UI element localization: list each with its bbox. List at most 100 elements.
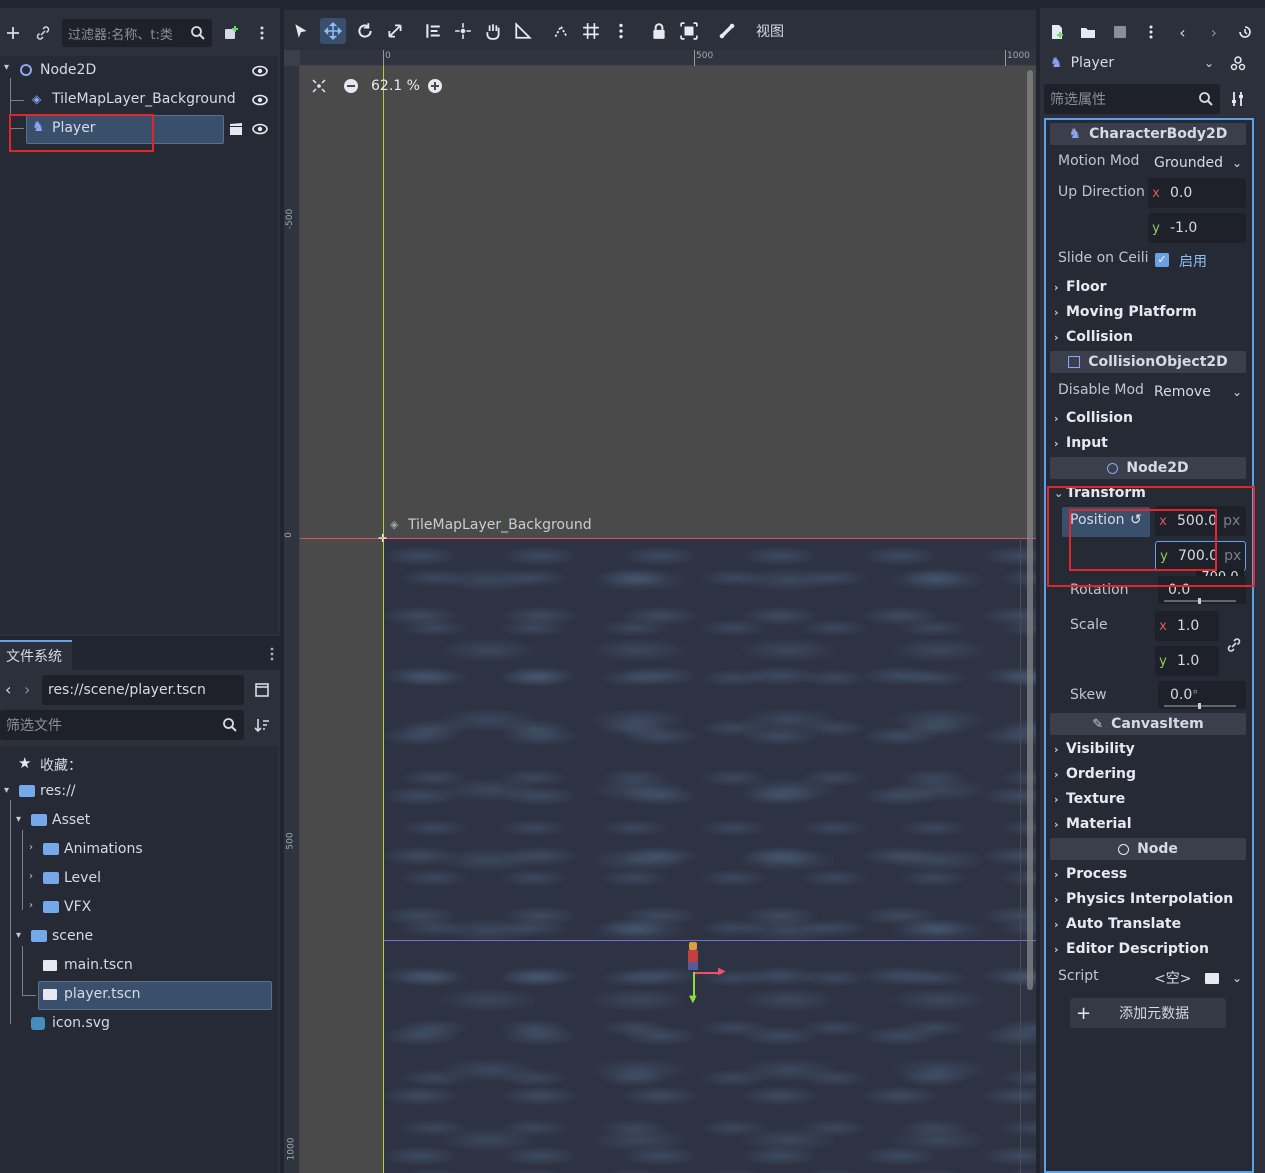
select-tool-icon[interactable] — [290, 20, 312, 42]
filesystem-filter-input[interactable]: 筛选文件 — [0, 710, 244, 740]
collapse-arrow-icon[interactable]: ▾ — [4, 785, 9, 796]
canvas-viewport[interactable]: ✛ ◈ TileMapLayer_Background ▶ ▼ 62.1 % — [300, 66, 1036, 1173]
file-item-icon-svg[interactable]: icon.svg — [52, 1015, 110, 1031]
chevron-down-icon[interactable]: ⌄ — [1232, 971, 1242, 985]
bone-icon[interactable] — [716, 20, 738, 42]
category-floor[interactable]: › Floor — [1054, 275, 1107, 299]
expand-arrow-icon[interactable]: › — [29, 871, 33, 882]
file-item-animations[interactable]: Animations — [64, 841, 143, 857]
pan-tool-icon[interactable] — [482, 20, 504, 42]
section-node2d[interactable]: Node2D — [1050, 457, 1246, 479]
file-item-asset[interactable]: Asset — [52, 812, 90, 828]
slider-grabber[interactable] — [1198, 703, 1201, 709]
lock-icon[interactable] — [648, 20, 670, 42]
category-collision[interactable]: › Collision — [1054, 325, 1133, 349]
new-resource-icon[interactable] — [1046, 21, 1067, 43]
file-item-scene[interactable]: scene — [52, 928, 93, 944]
property-filter-input[interactable]: 筛选属性 — [1044, 84, 1220, 114]
section-characterbody2d[interactable]: ♞ CharacterBody2D — [1050, 123, 1246, 145]
category-ordering[interactable]: › Ordering — [1054, 762, 1136, 786]
file-item-main-tscn[interactable]: main.tscn — [64, 957, 133, 973]
scale-x-field[interactable]: x 1.0 — [1155, 611, 1219, 641]
link-icon[interactable] — [1223, 634, 1245, 656]
smart-snap-icon[interactable] — [550, 20, 572, 42]
zoom-level[interactable]: 62.1 % — [371, 78, 420, 94]
motion-mode-dropdown[interactable]: Grounded ⌄ — [1150, 150, 1246, 176]
section-node[interactable]: Node — [1050, 838, 1246, 860]
slide-on-ceiling-checkbox[interactable]: ✓ — [1155, 253, 1169, 267]
tree-item-node2d[interactable]: Node2D — [40, 62, 96, 78]
filesystem-tab[interactable]: 文件系统 — [0, 640, 72, 670]
list-tool-icon[interactable] — [422, 20, 444, 42]
visibility-eye-icon[interactable] — [249, 60, 271, 82]
category-material[interactable]: › Material — [1054, 812, 1132, 836]
category-auto-translate[interactable]: › Auto Translate — [1054, 912, 1181, 936]
up-direction-y-field[interactable]: y -1.0 — [1148, 213, 1246, 243]
category-process[interactable]: › Process — [1054, 862, 1127, 886]
group-icon[interactable] — [678, 20, 700, 42]
collapse-arrow-icon[interactable]: ▾ — [16, 814, 21, 825]
node-config-icon[interactable] — [1227, 52, 1249, 74]
rotate-tool-icon[interactable] — [354, 20, 376, 42]
file-item-res[interactable]: res:// — [40, 783, 76, 799]
more-icon[interactable] — [261, 643, 283, 665]
up-direction-x-field[interactable]: x 0.0 — [1148, 178, 1246, 208]
center-view-icon[interactable] — [308, 75, 330, 97]
scale-y-field[interactable]: y 1.0 — [1155, 646, 1219, 676]
visibility-eye-icon[interactable] — [249, 89, 271, 111]
category-collision-object[interactable]: › Collision — [1054, 406, 1133, 430]
split-view-icon[interactable] — [251, 679, 273, 701]
category-editor-description[interactable]: › Editor Description — [1054, 937, 1209, 961]
file-item-player-tscn[interactable]: player.tscn — [64, 986, 141, 1002]
script-resource-picker[interactable]: <空> ⌄ — [1150, 965, 1246, 991]
save-icon[interactable] — [1109, 21, 1130, 43]
folder-icon[interactable] — [1205, 972, 1220, 984]
add-node-icon[interactable] — [2, 22, 24, 44]
skew-slider[interactable]: 0.0 ° — [1158, 681, 1246, 709]
scale-tool-icon[interactable] — [384, 20, 406, 42]
zoom-out-icon[interactable] — [340, 75, 362, 97]
category-input[interactable]: › Input — [1054, 431, 1108, 455]
search-icon[interactable] — [219, 714, 241, 736]
link-icon[interactable] — [32, 22, 54, 44]
category-physics-interpolation[interactable]: › Physics Interpolation — [1054, 887, 1233, 911]
grid-snap-icon[interactable] — [580, 20, 602, 42]
history-icon[interactable] — [1235, 21, 1256, 43]
more-icon[interactable] — [1140, 21, 1161, 43]
node-selector[interactable]: ♞ Player ⌄ — [1044, 48, 1220, 78]
tree-item-tilemaplayer[interactable]: TileMapLayer_Background — [52, 91, 236, 107]
file-item-level[interactable]: Level — [64, 870, 101, 886]
search-icon[interactable] — [1195, 88, 1217, 110]
ruler-tool-icon[interactable] — [512, 20, 534, 42]
viewport-scrollbar[interactable] — [1027, 70, 1033, 990]
expand-arrow-icon[interactable]: › — [29, 900, 33, 911]
disable-mode-dropdown[interactable]: Remove ⌄ — [1150, 379, 1246, 405]
section-collisionobject2d[interactable]: CollisionObject2D — [1050, 351, 1246, 373]
forward-arrow-icon[interactable]: › — [24, 680, 30, 699]
category-texture[interactable]: › Texture — [1054, 787, 1125, 811]
sort-icon[interactable] — [251, 714, 273, 736]
search-icon[interactable] — [187, 22, 209, 44]
slider-grabber[interactable] — [1198, 598, 1201, 604]
file-item-vfx[interactable]: VFX — [64, 899, 91, 915]
collapse-arrow-icon[interactable]: ▾ — [4, 62, 9, 73]
expand-arrow-icon[interactable]: › — [29, 842, 33, 853]
instance-scene-icon[interactable] — [220, 22, 242, 44]
more-icon[interactable] — [610, 20, 632, 42]
category-moving-platform[interactable]: › Moving Platform — [1054, 300, 1197, 324]
clapper-icon[interactable] — [225, 118, 247, 140]
category-visibility[interactable]: › Visibility — [1054, 737, 1135, 761]
pivot-tool-icon[interactable] — [452, 20, 474, 42]
filesystem-path-input[interactable]: res://scene/player.tscn — [42, 675, 244, 705]
history-forward-icon[interactable]: › — [1203, 21, 1224, 43]
tools-icon[interactable] — [1227, 88, 1249, 110]
view-menu[interactable]: 视图 — [756, 21, 784, 41]
add-metadata-button[interactable]: + 添加元数据 — [1070, 998, 1226, 1028]
zoom-in-icon[interactable] — [424, 75, 446, 97]
more-icon[interactable] — [251, 22, 273, 44]
history-back-icon[interactable]: ‹ — [1172, 21, 1193, 43]
back-arrow-icon[interactable]: ‹ — [5, 680, 11, 699]
open-folder-icon[interactable] — [1077, 21, 1098, 43]
visibility-eye-icon[interactable] — [249, 118, 271, 140]
section-canvasitem[interactable]: ✎ CanvasItem — [1050, 713, 1246, 735]
